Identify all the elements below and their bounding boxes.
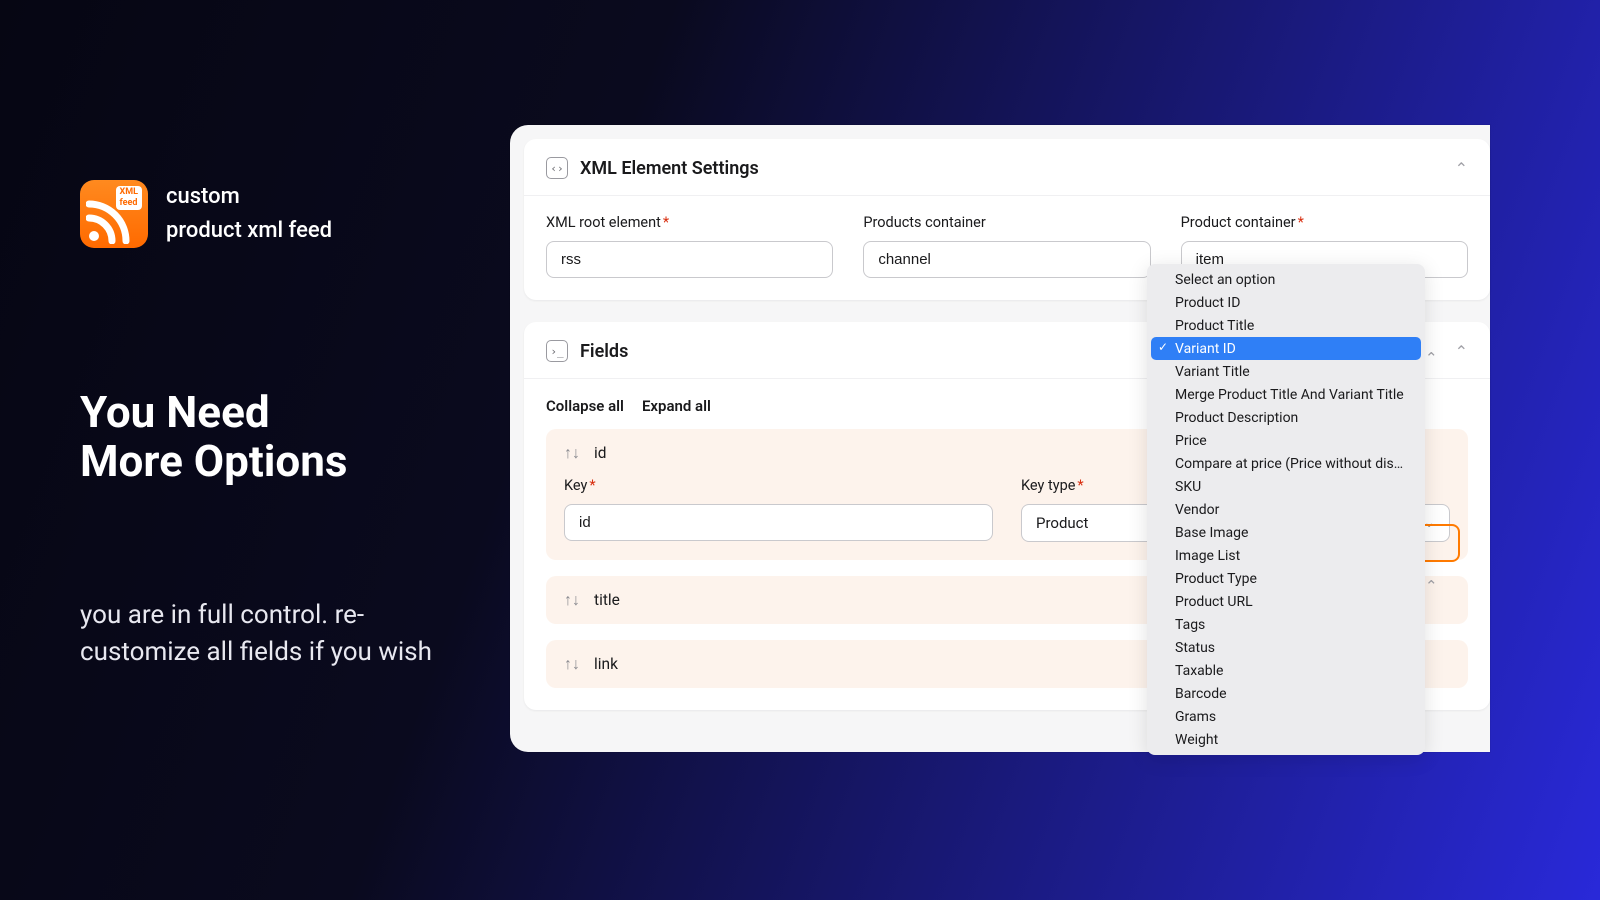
expand-all-button[interactable]: Expand all bbox=[642, 397, 711, 415]
collapse-all-button[interactable]: Collapse all bbox=[546, 397, 624, 415]
dropdown-option[interactable]: Select an option bbox=[1151, 268, 1421, 291]
key-label: Key* bbox=[564, 477, 993, 494]
dropdown-option[interactable]: Product Type bbox=[1151, 567, 1421, 590]
dropdown-option[interactable]: Variant ID bbox=[1151, 337, 1421, 360]
keytype-value: Product bbox=[1036, 514, 1088, 532]
product-container-label: Product container* bbox=[1181, 214, 1468, 231]
dropdown-option[interactable]: Tags bbox=[1151, 613, 1421, 636]
field-name-id: id bbox=[594, 444, 607, 462]
products-container-input[interactable] bbox=[863, 241, 1150, 278]
subtext: you are in full control. re-customize al… bbox=[80, 597, 460, 672]
dropdown-option[interactable]: Price bbox=[1151, 429, 1421, 452]
sort-icon[interactable]: ↑↓ bbox=[564, 590, 580, 610]
dropdown-option[interactable]: Barcode bbox=[1151, 682, 1421, 705]
dropdown-option[interactable]: Vendor bbox=[1151, 498, 1421, 521]
xml-settings-title: XML Element Settings bbox=[580, 158, 759, 179]
dropdown-option[interactable]: Compare at price (Price without discount… bbox=[1151, 452, 1421, 475]
highlighted-select-outline bbox=[1420, 524, 1460, 562]
brand-text: custom product xml feed bbox=[166, 180, 332, 248]
chevron-up-icon[interactable]: ⌃ bbox=[1425, 577, 1438, 595]
chevron-up-icon[interactable]: ⌃ bbox=[1455, 342, 1468, 361]
value-dropdown[interactable]: Select an optionProduct IDProduct TitleV… bbox=[1147, 264, 1425, 755]
xml-settings-header[interactable]: ‹› XML Element Settings ⌃ bbox=[524, 139, 1490, 196]
chevron-up-icon[interactable]: ⌃ bbox=[1455, 159, 1468, 178]
products-container-label: Products container bbox=[863, 214, 1150, 231]
field-name-title: title bbox=[594, 591, 620, 609]
dropdown-option[interactable]: Variant Title bbox=[1151, 360, 1421, 383]
rss-icon bbox=[86, 194, 136, 244]
terminal-icon: ›_ bbox=[546, 340, 568, 362]
dropdown-option[interactable]: Product URL bbox=[1151, 590, 1421, 613]
key-input[interactable] bbox=[564, 504, 993, 541]
dropdown-option[interactable]: Product ID bbox=[1151, 291, 1421, 314]
dropdown-option[interactable]: Base Image bbox=[1151, 521, 1421, 544]
code-icon: ‹› bbox=[546, 157, 568, 179]
dropdown-option[interactable]: SKU bbox=[1151, 475, 1421, 498]
app-logo: XMLfeed bbox=[80, 180, 148, 248]
chevron-up-icon[interactable]: ⌃ bbox=[1425, 349, 1438, 367]
root-element-label: XML root element* bbox=[546, 214, 833, 231]
sort-icon[interactable]: ↑↓ bbox=[564, 654, 580, 674]
sort-icon[interactable]: ↑↓ bbox=[564, 443, 580, 463]
dropdown-option[interactable]: Weight bbox=[1151, 728, 1421, 751]
dropdown-option[interactable]: Merge Product Title And Variant Title bbox=[1151, 383, 1421, 406]
fields-title: Fields bbox=[580, 341, 628, 362]
dropdown-option[interactable]: Taxable bbox=[1151, 659, 1421, 682]
dropdown-option[interactable]: Image List bbox=[1151, 544, 1421, 567]
root-element-input[interactable] bbox=[546, 241, 833, 278]
field-name-link: link bbox=[594, 655, 618, 673]
headline: You Need More Options bbox=[80, 388, 460, 487]
dropdown-option[interactable]: Grams bbox=[1151, 705, 1421, 728]
dropdown-option[interactable]: Product Description bbox=[1151, 406, 1421, 429]
dropdown-option[interactable]: Product Title bbox=[1151, 314, 1421, 337]
dropdown-option[interactable]: Status bbox=[1151, 636, 1421, 659]
